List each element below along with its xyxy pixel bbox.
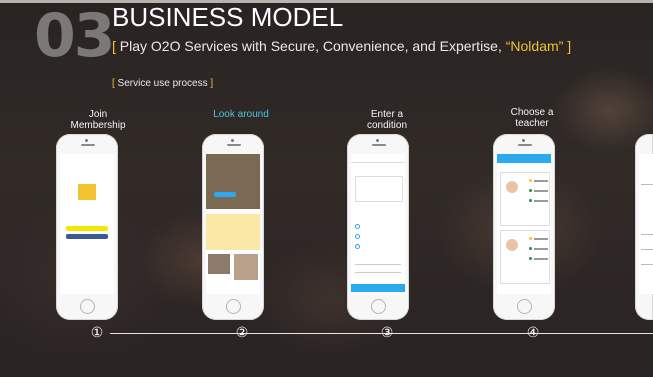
step-label-line1: Enter a bbox=[370, 109, 404, 120]
speaker-icon bbox=[518, 144, 532, 146]
promo-band bbox=[206, 214, 260, 250]
step-label-line2: Membership bbox=[70, 120, 126, 131]
screen-teacher-list bbox=[497, 154, 551, 294]
home-button-icon bbox=[226, 299, 241, 314]
teacher-card[interactable] bbox=[500, 230, 550, 284]
page-title: BUSINESS MODEL bbox=[112, 2, 344, 32]
step-label-choose-teacher: Choose a teacher bbox=[487, 107, 577, 129]
divider bbox=[641, 249, 653, 250]
subtitle-bracket-close: ] bbox=[563, 38, 572, 54]
home-button-icon bbox=[517, 299, 532, 314]
step-label-line1: Choose a bbox=[510, 107, 554, 118]
radio-option[interactable] bbox=[355, 224, 360, 229]
page-subtitle: [ Play O2O Services with Secure, Conveni… bbox=[112, 38, 571, 54]
step-number-1: ① bbox=[90, 324, 104, 340]
badge-dot-icon bbox=[529, 179, 532, 182]
brand-name: “Noldam” bbox=[505, 38, 564, 54]
hero-image bbox=[206, 154, 260, 209]
login-button[interactable] bbox=[66, 244, 86, 249]
kakao-login-button[interactable] bbox=[66, 226, 108, 231]
divider bbox=[355, 264, 401, 265]
step-number-4: ④ bbox=[526, 324, 540, 340]
phone-partial bbox=[635, 134, 653, 320]
phone-choose-teacher bbox=[493, 134, 555, 320]
hero-cta-button[interactable] bbox=[214, 192, 236, 197]
phone-join-membership bbox=[56, 134, 118, 320]
thumbnail-image bbox=[234, 254, 258, 280]
divider bbox=[641, 264, 653, 265]
home-button-icon bbox=[371, 299, 386, 314]
teacher-detail bbox=[534, 180, 548, 182]
step-label-line1: Join bbox=[88, 109, 108, 120]
camera-icon bbox=[522, 139, 525, 142]
teacher-detail bbox=[534, 238, 548, 240]
camera-icon bbox=[231, 139, 234, 142]
speaker-icon bbox=[227, 144, 241, 146]
divider bbox=[355, 272, 401, 273]
radio-option[interactable] bbox=[355, 234, 360, 239]
teacher-detail bbox=[534, 248, 548, 250]
step-label-join: Join Membership bbox=[53, 109, 143, 131]
signup-button[interactable] bbox=[88, 244, 108, 249]
thumbnail-image bbox=[208, 254, 230, 274]
teacher-detail bbox=[534, 190, 548, 192]
step-label-line2: condition bbox=[366, 120, 408, 131]
screen-home bbox=[206, 154, 260, 294]
badge-dot-icon bbox=[529, 257, 532, 260]
submit-button[interactable] bbox=[351, 284, 405, 292]
subtitle-text: Play O2O Services with Secure, Convenien… bbox=[119, 38, 506, 54]
screen-header bbox=[497, 154, 551, 163]
home-button-icon bbox=[80, 299, 95, 314]
camera-icon bbox=[85, 139, 88, 142]
teacher-detail bbox=[534, 258, 548, 260]
screen-header bbox=[351, 154, 405, 163]
section-label: [ Service use process ] bbox=[112, 78, 214, 89]
badge-dot-icon bbox=[529, 189, 532, 192]
radio-option[interactable] bbox=[355, 244, 360, 249]
app-logo-icon bbox=[78, 184, 96, 200]
divider bbox=[641, 234, 653, 235]
teacher-detail bbox=[534, 200, 548, 202]
screen-partial bbox=[639, 154, 653, 294]
screen-condition bbox=[351, 154, 405, 294]
subtitle-bracket-open: [ bbox=[112, 38, 120, 54]
step-label-enter-condition: Enter a condition bbox=[342, 109, 432, 131]
step-label-line1: Look around bbox=[213, 109, 269, 120]
step-number-3: ③ bbox=[380, 324, 394, 340]
camera-icon bbox=[376, 139, 379, 142]
badge-dot-icon bbox=[529, 199, 532, 202]
phone-look-around bbox=[202, 134, 264, 320]
phone-enter-condition bbox=[347, 134, 409, 320]
avatar bbox=[506, 239, 518, 251]
avatar bbox=[506, 181, 518, 193]
speaker-icon bbox=[372, 144, 386, 146]
divider bbox=[641, 184, 653, 185]
speaker-icon bbox=[81, 144, 95, 146]
time-picker[interactable] bbox=[355, 176, 403, 202]
badge-dot-icon bbox=[529, 247, 532, 250]
step-number-2: ② bbox=[235, 324, 249, 340]
step-label-line2: teacher bbox=[515, 118, 549, 129]
facebook-login-button[interactable] bbox=[66, 234, 108, 239]
section-number: 03 bbox=[34, 1, 115, 71]
teacher-card[interactable] bbox=[500, 172, 550, 226]
screen-signup bbox=[60, 154, 114, 294]
badge-dot-icon bbox=[529, 237, 532, 240]
step-label-look-around: Look around bbox=[196, 109, 286, 120]
